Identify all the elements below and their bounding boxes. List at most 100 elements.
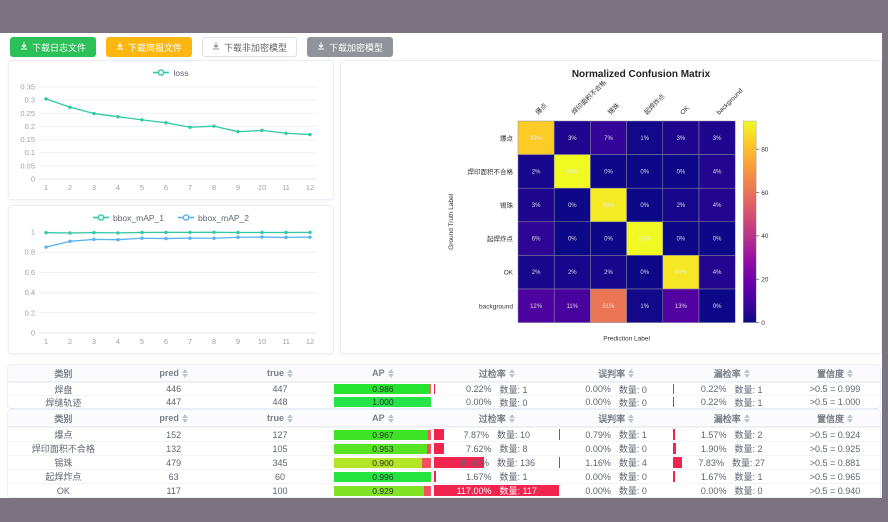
over-detection-cell: 39.42%数量: 136: [434, 456, 559, 469]
column-header-label: 类别: [54, 412, 72, 425]
pred-cell: 152: [119, 428, 229, 441]
missed-detection-cell: 0.22%数量: 1: [673, 383, 790, 395]
column-header-true[interactable]: true: [229, 365, 332, 381]
svg-text:7: 7: [188, 337, 192, 346]
line-series-bbox_mAP_1: [46, 232, 310, 233]
svg-text:0%: 0%: [713, 237, 722, 243]
svg-text:3%: 3%: [713, 136, 722, 142]
svg-text:80: 80: [761, 146, 769, 153]
download-icon: [116, 42, 124, 52]
rate-count: 数量: 1: [499, 470, 527, 483]
class-name-cell: 锡珠: [8, 456, 119, 469]
line-series-loss: [46, 99, 310, 135]
data-point: [44, 97, 47, 100]
column-header-置信度[interactable]: 置信度: [790, 365, 880, 381]
column-header-pred[interactable]: pred: [119, 410, 229, 426]
download-encrypted-model-button[interactable]: 下载加密模型: [307, 37, 393, 57]
column-header-label: AP: [372, 413, 385, 423]
rate-bar: [434, 429, 444, 440]
svg-text:4: 4: [116, 337, 120, 346]
rate-count: 数量: 8: [499, 442, 527, 455]
column-header-pred[interactable]: pred: [119, 365, 229, 381]
column-header-AP[interactable]: AP: [331, 410, 434, 426]
column-header-误判率[interactable]: 误判率: [559, 365, 673, 381]
svg-text:0.2: 0.2: [25, 308, 35, 317]
defect-class-table: 类别predtrueAP过检率误判率漏检率置信度爆点1521270.9677.8…: [7, 409, 881, 498]
rate-bar: [673, 457, 682, 468]
ap-value: 0.953: [334, 444, 431, 454]
column-header-true[interactable]: true: [229, 410, 332, 426]
class-name-cell: 焊盘: [8, 383, 119, 395]
data-point: [236, 236, 239, 239]
sort-carets-icon: [744, 414, 750, 423]
svg-text:10: 10: [258, 183, 266, 192]
svg-text:5: 5: [140, 337, 144, 346]
ap-value: 1.000: [334, 397, 431, 407]
svg-text:3: 3: [92, 337, 96, 346]
misjudge-cell: 0.00%数量: 0: [559, 470, 673, 483]
sort-carets-icon: [287, 414, 293, 423]
download-toolbar: 下载日志文件 下载简报文件 下载非加密模型 下载加密模型: [10, 37, 393, 57]
download-log-file-button[interactable]: 下载日志文件: [10, 37, 96, 57]
legend-item-bbox_mAP_1[interactable]: bbox_mAP_1: [93, 213, 164, 224]
data-point: [260, 235, 263, 238]
rate-count: 数量: 136: [497, 456, 535, 469]
column-header-漏检率[interactable]: 漏检率: [673, 365, 790, 381]
svg-text:8: 8: [212, 337, 216, 346]
column-header-置信度[interactable]: 置信度: [790, 410, 880, 426]
sort-carets-icon: [628, 414, 634, 423]
download-unencrypted-model-button[interactable]: 下载非加密模型: [202, 37, 297, 57]
table-row: 锡珠4793450.90039.42%数量: 1361.16%数量: 47.83…: [8, 455, 880, 469]
column-header-误判率[interactable]: 误判率: [559, 410, 673, 426]
rate-value: 0.79%: [585, 430, 611, 440]
data-point: [236, 130, 239, 133]
data-point: [188, 236, 191, 239]
confidence-cell: >0.5 = 0.940: [790, 484, 880, 497]
ap-cell: 0.929: [331, 484, 434, 497]
rate-count: 数量: 1: [619, 428, 647, 441]
data-point: [68, 240, 71, 243]
rate-count: 数量: 0: [619, 484, 647, 497]
rate-count: 数量: 1: [734, 470, 762, 483]
download-report-file-button[interactable]: 下载简报文件: [106, 37, 192, 57]
column-header-label: 误判率: [598, 367, 625, 380]
missed-detection-cell: 0.00%数量: 0: [673, 484, 790, 497]
column-label: 爆点: [533, 101, 549, 117]
sort-carets-icon: [509, 369, 515, 378]
svg-text:1%: 1%: [640, 136, 649, 142]
svg-text:10: 10: [258, 337, 266, 346]
data-point: [308, 133, 311, 136]
svg-text:3%: 3%: [532, 203, 541, 209]
table-row: 焊印面积不合格1321050.9537.62%数量: 80.00%数量: 01.…: [8, 441, 880, 455]
svg-text:2%: 2%: [677, 203, 686, 209]
over-detection-cell: 7.87%数量: 10: [434, 428, 559, 441]
svg-text:20: 20: [761, 277, 769, 284]
column-header-过检率[interactable]: 过检率: [434, 410, 559, 426]
misjudge-cell: 1.16%数量: 4: [559, 456, 673, 469]
ap-bar: 0.967: [334, 430, 431, 440]
data-point: [284, 236, 287, 239]
rate-count: 数量: 2: [734, 442, 762, 455]
svg-text:0.8: 0.8: [25, 248, 35, 257]
column-header-label: 漏检率: [714, 412, 741, 425]
svg-text:2%: 2%: [568, 270, 577, 276]
svg-text:0%: 0%: [640, 270, 649, 276]
column-header-label: 类别: [54, 367, 72, 380]
legend-item-bbox_mAP_2[interactable]: bbox_mAP_2: [178, 213, 249, 224]
svg-text:0.25: 0.25: [20, 109, 35, 118]
svg-text:0%: 0%: [568, 237, 577, 243]
column-header-漏检率[interactable]: 漏检率: [673, 410, 790, 426]
misjudge-cell: 0.00%数量: 0: [559, 484, 673, 497]
svg-text:0.4: 0.4: [25, 288, 35, 297]
rate-value: 1.67%: [466, 472, 492, 482]
true-cell: 100: [229, 484, 332, 497]
svg-text:4%: 4%: [713, 203, 722, 209]
legend-item-loss[interactable]: loss: [153, 68, 188, 79]
rate-bar: [673, 429, 675, 440]
rate-value: 1.57%: [701, 430, 727, 440]
rate-value: 0.22%: [701, 384, 727, 394]
ap-bar: 0.953: [334, 444, 431, 454]
column-header-过检率[interactable]: 过检率: [434, 365, 559, 381]
data-point: [212, 237, 215, 240]
column-header-AP[interactable]: AP: [331, 365, 434, 381]
